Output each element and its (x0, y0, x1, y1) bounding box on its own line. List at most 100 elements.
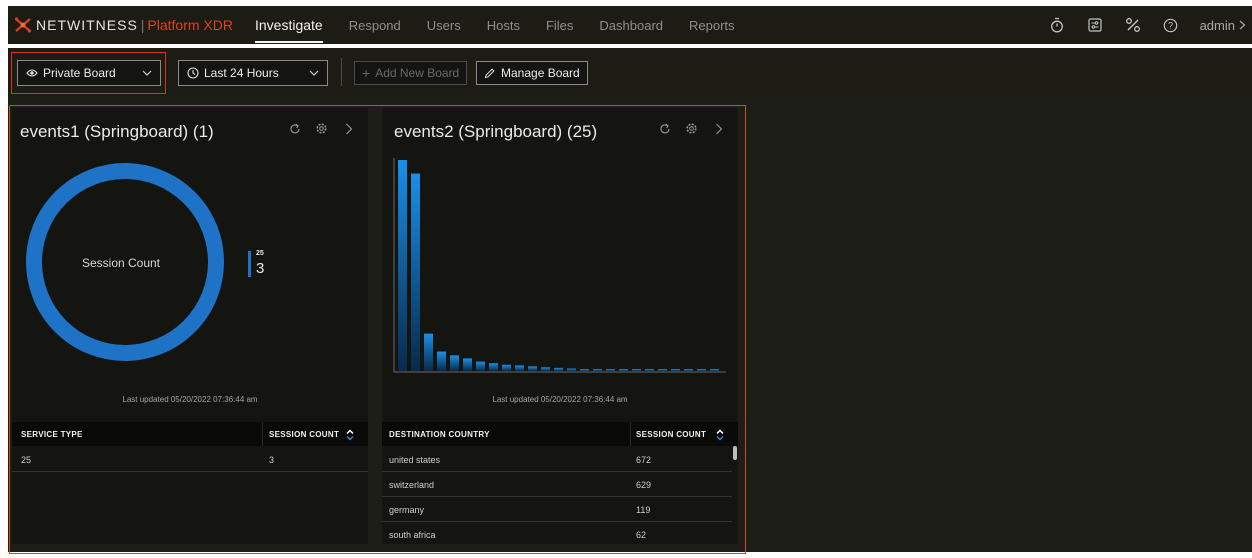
timer-icon[interactable] (1048, 16, 1066, 34)
table-header: SERVICE TYPE SESSION COUNT (12, 422, 368, 446)
donut-center-label: Session Count (81, 256, 161, 270)
bar-1[interactable] (398, 160, 407, 371)
nav-reports[interactable]: Reports (689, 6, 735, 44)
cell-session-count: 672 (636, 455, 652, 465)
bar-4[interactable] (437, 351, 446, 371)
user-menu[interactable]: admin (1200, 18, 1246, 33)
app-frame: NETWITNESS | Platform XDR Investigate Re… (0, 0, 1252, 558)
column-divider (262, 422, 263, 446)
board-toolbar: Private Board Last 24 Hours + Add New Bo… (8, 48, 1252, 96)
top-navigation: NETWITNESS | Platform XDR Investigate Re… (8, 6, 1252, 44)
pencil-icon (484, 67, 495, 79)
logo[interactable]: NETWITNESS | Platform XDR (14, 16, 233, 34)
cell-session-count: 119 (636, 505, 651, 515)
manage-board-label: Manage Board (501, 66, 580, 80)
eye-icon (26, 68, 38, 78)
help-icon[interactable]: ? (1162, 16, 1180, 34)
bar-chart (393, 158, 726, 373)
nav-respond[interactable]: Respond (349, 6, 401, 44)
table-row[interactable]: south africa 62 (382, 522, 732, 547)
nav-investigate[interactable]: Investigate (255, 6, 323, 44)
nav-utilities: ? admin (1048, 6, 1252, 44)
legend-value: 3 (256, 260, 265, 277)
bar-20[interactable] (645, 369, 654, 371)
column-session-count[interactable]: SESSION COUNT (269, 430, 339, 439)
tools-icon[interactable] (1124, 16, 1142, 34)
table-row[interactable]: germany 119 (382, 497, 732, 522)
cell-country: united states (389, 455, 441, 465)
table-row[interactable]: switzerland 629 (382, 472, 732, 497)
dashlet-events1: events1 (Springboard) (1) Session Count … (12, 108, 368, 544)
bar-19[interactable] (632, 369, 641, 371)
cell-country: south africa (389, 530, 436, 540)
nav-dashboard[interactable]: Dashboard (599, 6, 663, 44)
table-header: DESTINATION COUNTRY SESSION COUNT (382, 422, 738, 446)
bar-21[interactable] (658, 369, 667, 371)
add-new-board-label: Add New Board (375, 66, 460, 80)
bar-24[interactable] (697, 369, 706, 371)
table-row[interactable]: united states 672 (382, 447, 732, 472)
cell-session-count: 62 (636, 530, 647, 540)
board-select[interactable]: Private Board (17, 60, 161, 86)
column-session-count[interactable]: SESSION COUNT (636, 430, 706, 439)
bar-2[interactable] (411, 173, 420, 371)
bar-22[interactable] (671, 369, 680, 371)
bar-9[interactable] (502, 364, 511, 371)
bar-17[interactable] (606, 369, 615, 371)
bar-5[interactable] (450, 355, 459, 371)
add-new-board-button[interactable]: + Add New Board (354, 61, 468, 85)
bar-12[interactable] (541, 367, 550, 371)
cell-country: switzerland (389, 480, 435, 490)
table-row[interactable]: 25 3 (12, 447, 368, 472)
column-service-type[interactable]: SERVICE TYPE (21, 430, 83, 439)
bar-23[interactable] (684, 369, 693, 371)
nav-files[interactable]: Files (546, 6, 573, 44)
bar-3[interactable] (424, 333, 433, 371)
legend-swatch (248, 251, 251, 277)
bar-25[interactable] (710, 369, 719, 371)
bar-18[interactable] (619, 369, 628, 371)
brand-separator: | (140, 17, 145, 33)
bar-16[interactable] (593, 369, 602, 371)
svg-text:?: ? (1168, 20, 1173, 30)
toolbar-divider (341, 58, 342, 86)
brand-name: NETWITNESS (36, 17, 138, 33)
netwitness-logo-icon (14, 16, 32, 34)
user-name: admin (1199, 17, 1235, 33)
last-updated: Last updated 05/20/2022 07:36:44 am (122, 395, 258, 404)
time-range-select[interactable]: Last 24 Hours (178, 60, 328, 86)
bar-8[interactable] (489, 363, 498, 371)
nav-hosts[interactable]: Hosts (487, 6, 520, 44)
cell-session-count: 629 (636, 480, 652, 490)
column-destination-country[interactable]: DESTINATION COUNTRY (389, 430, 490, 439)
manage-board-button[interactable]: Manage Board (476, 61, 588, 85)
chevron-down-icon (309, 67, 319, 81)
chevron-down-icon (142, 67, 152, 81)
plus-icon: + (362, 65, 371, 81)
bar-13[interactable] (554, 367, 563, 371)
board-select-value: Private Board (43, 66, 116, 80)
bar-14[interactable] (567, 368, 576, 371)
column-divider (630, 422, 631, 446)
legend-key: 25 (256, 250, 264, 257)
bar-7[interactable] (476, 361, 485, 371)
bar-6[interactable] (463, 358, 472, 371)
cell-country: germany (389, 505, 425, 515)
nav-users[interactable]: Users (427, 6, 461, 44)
last-updated: Last updated 05/20/2022 07:36:44 am (492, 395, 628, 404)
time-range-value: Last 24 Hours (204, 66, 279, 80)
cell-service-type: 25 (21, 455, 32, 465)
bar-15[interactable] (580, 369, 589, 371)
bar-10[interactable] (515, 365, 524, 371)
clock-icon (187, 67, 199, 79)
table-scrollbar[interactable] (733, 446, 737, 460)
cell-session-count: 3 (269, 455, 275, 465)
main-nav: Investigate Respond Users Hosts Files Da… (255, 6, 761, 44)
chevron-right-icon (1239, 18, 1246, 33)
bar-11[interactable] (528, 366, 537, 371)
dashlet-events2: events2 (Springboard) (25) Last updated … (382, 108, 738, 544)
sort-icon[interactable] (716, 428, 724, 441)
sort-icon[interactable] (346, 428, 354, 441)
brand-product: Platform XDR (147, 17, 233, 33)
settings-sliders-icon[interactable] (1086, 16, 1104, 34)
